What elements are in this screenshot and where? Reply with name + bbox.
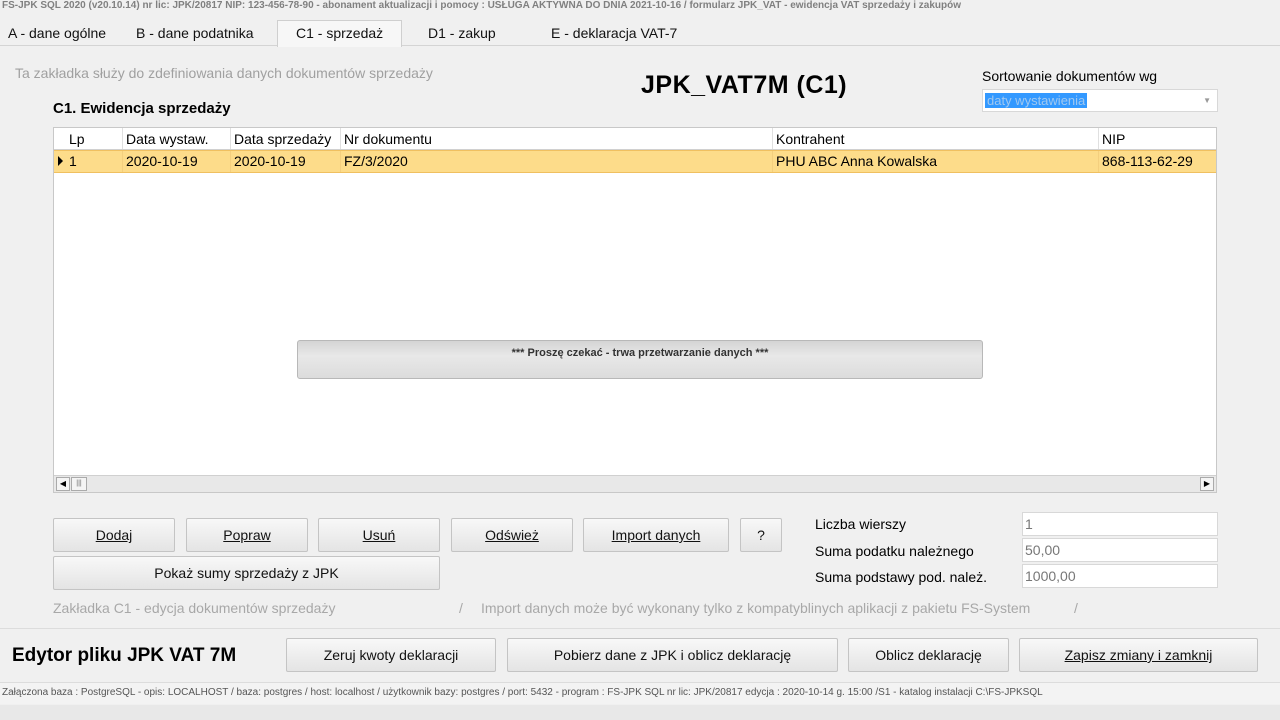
editor-title: Edytor pliku JPK VAT 7M [12,645,237,666]
sort-label: Sortowanie dokumentów wg [982,68,1158,84]
tax-sum-label: Suma podatku należnego [815,543,974,559]
rows-count-value: 1 [1022,512,1218,536]
base-sum-value: 1000,00 [1022,564,1218,588]
cell-doc-number: FZ/3/2020 [340,151,772,172]
col-header-sale-date[interactable]: Data sprzedaży [230,128,340,149]
cell-contractor: PHU ABC Anna Kowalska [772,151,1098,172]
import-button-label: Import danych [611,527,701,543]
cell-sale-date: 2020-10-19 [230,151,340,172]
bottom-toolbar: Edytor pliku JPK VAT 7M Zeruj kwoty dekl… [0,628,1280,680]
save-and-close-button[interactable]: Zapisz zmiany i zamknij [1019,638,1258,672]
col-header-lp[interactable]: Lp [66,128,122,149]
cell-lp: 1 [69,153,77,169]
import-button[interactable]: Import danych [583,518,729,552]
sales-panel: Ta zakładka służy do zdefiniowania danyc… [0,46,1270,626]
col-header-doc-number[interactable]: Nr dokumentu [340,128,772,149]
footer-separator: / [459,600,463,616]
window-bottom-edge [0,705,1280,720]
chevron-down-icon: ▼ [1203,96,1211,105]
edit-button-label: Popraw [223,527,271,543]
section-title: C1. Ewidencja sprzedaży [53,100,231,117]
edit-button[interactable]: Popraw [186,518,308,552]
scroll-left-icon[interactable]: ◀ [56,477,70,491]
progress-message: *** Proszę czekać - trwa przetwarzanie d… [297,340,983,379]
status-bar: Załączona baza : PostgreSQL - opis: LOCA… [0,682,1280,704]
base-sum-label: Suma podstawy pod. należ. [815,569,987,585]
col-header-nip[interactable]: NIP [1098,128,1216,149]
col-header-issue-date[interactable]: Data wystaw. [122,128,230,149]
panel-hint: Ta zakładka służy do zdefiniowania danyc… [15,65,433,81]
add-button[interactable]: Dodaj [53,518,175,552]
grid-header: Lp Data wystaw. Data sprzedaży Nr dokume… [54,128,1216,150]
tab-declaration[interactable]: E - deklaracja VAT-7 [543,21,685,46]
cell-nip: 868-113-62-29 [1098,151,1216,172]
row-pointer-icon [58,156,63,166]
footer-note-right: Import danych może być wykonany tylko z … [481,600,1031,616]
footer-note-left: Zakładka C1 - edycja dokumentów sprzedaż… [53,600,336,616]
delete-button[interactable]: Usuń [318,518,440,552]
tab-general[interactable]: A - dane ogólne [0,21,114,46]
help-button[interactable]: ? [740,518,782,552]
delete-button-label: Usuń [362,527,396,543]
window-title: FS-JPK SQL 2020 (v20.10.14) nr lic: JPK/… [2,0,962,11]
table-row[interactable]: 1 2020-10-19 2020-10-19 FZ/3/2020 PHU AB… [54,150,1216,173]
calculate-declaration-button[interactable]: Oblicz deklarację [848,638,1009,672]
page-title: JPK_VAT7M (C1) [641,71,848,99]
tab-taxpayer[interactable]: B - dane podatnika [128,21,262,46]
sort-select[interactable]: daty wystawienia ▼ [982,89,1218,112]
footer-separator-end: / [1074,600,1078,616]
horizontal-scrollbar[interactable]: ◀ ||| ▶ [54,475,1216,492]
rows-count-label: Liczba wierszy [815,516,907,532]
tab-sales[interactable]: C1 - sprzedaż [277,20,403,47]
col-header-contractor[interactable]: Kontrahent [772,128,1098,149]
show-sums-button[interactable]: Pokaż sumy sprzedaży z JPK [53,556,440,590]
tab-bar: A - dane ogólne B - dane podatnika C1 - … [0,20,1280,47]
sales-grid[interactable]: Lp Data wystaw. Data sprzedaży Nr dokume… [53,127,1217,493]
sort-select-value: daty wystawienia [985,93,1088,108]
save-and-close-label: Zapisz zmiany i zamknij [1064,647,1213,663]
reset-amounts-button[interactable]: Zeruj kwoty deklaracji [286,638,496,672]
scroll-right-icon[interactable]: ▶ [1200,477,1214,491]
tax-sum-value: 50,00 [1022,538,1218,562]
refresh-button[interactable]: Odśwież [451,518,573,552]
fetch-and-calculate-button[interactable]: Pobierz dane z JPK i oblicz deklarację [507,638,838,672]
refresh-button-label: Odśwież [485,527,539,543]
add-button-label: Dodaj [95,527,133,543]
cell-issue-date: 2020-10-19 [122,151,230,172]
tab-purchases[interactable]: D1 - zakup [420,21,504,46]
scroll-thumb[interactable]: ||| [71,477,87,491]
